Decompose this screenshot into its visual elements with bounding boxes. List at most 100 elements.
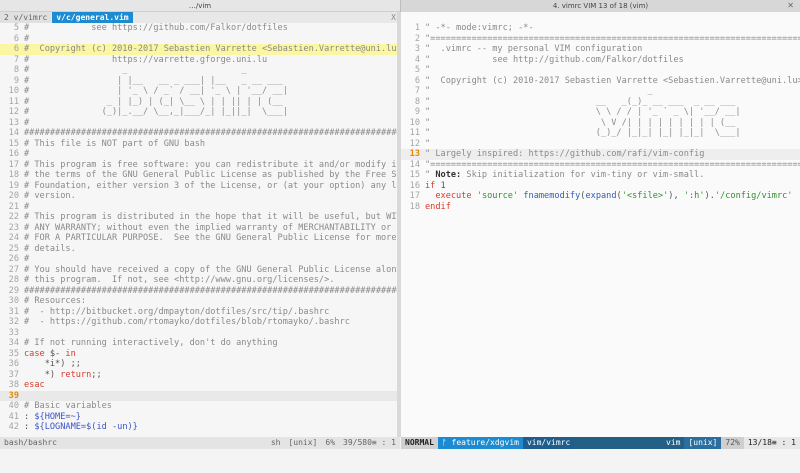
code-line[interactable]: 35 case $- in <box>0 349 397 360</box>
code-line[interactable]: 41: ${HOME=~} <box>0 412 397 423</box>
code-line[interactable]: 11 # _ | |_) | (_| \__ \ | | || | | (__ <box>0 97 397 108</box>
line-text: # _ | |_) | (_| \__ \ | | || | | (__ <box>24 97 397 108</box>
line-text: # Basic variables <box>24 401 397 412</box>
code-line[interactable]: 1 " -*- mode:vimrc; -*- <box>401 23 800 34</box>
line-text: " (_)_/ |_|_| |_| |_|_| \___| <box>425 128 800 139</box>
code-line[interactable]: 25 # details. <box>0 244 397 255</box>
code-line[interactable]: 38 esac <box>0 380 397 391</box>
title-left-pane[interactable]: …/vim <box>0 0 400 12</box>
code-line[interactable]: 40 # Basic variables <box>0 401 397 412</box>
line-text: # This program is distributed in the hop… <box>24 212 397 223</box>
code-line[interactable]: 15 " Note: Skip initialization for vim-ti… <box>401 170 800 181</box>
right-editor-pane[interactable]: 1 " -*- mode:vimrc; -*- 2 "================… <box>401 12 800 437</box>
title-right-pane[interactable]: 4. vimrc VIM 13 of 18 (vim) ✕ <box>400 0 800 12</box>
line-number: 29 <box>8 285 19 296</box>
code-token: " <box>425 65 431 75</box>
code-line[interactable]: 16 # <box>0 149 397 160</box>
code-line[interactable]: 37 *) return;; <box>0 370 397 381</box>
code-line[interactable]: 19 # Foundation, either version 3 of the … <box>0 181 397 192</box>
code-line[interactable]: 12 # (_)|_.__/ \__,_|___/_| |_||_| \___| <box>0 107 397 118</box>
code-token: "=======================================… <box>425 159 800 170</box>
code-line[interactable]: 21 # <box>0 202 397 213</box>
code-line[interactable]: 17 execute 'source' fnamemodify(expand('… <box>401 191 800 202</box>
tab-general-vim[interactable]: v/c/general.vim <box>52 12 133 23</box>
line-number: 41 <box>8 411 19 422</box>
line-text: # Resources: <box>24 296 397 307</box>
line-number: 38 <box>8 380 19 390</box>
code-line[interactable]: 7 " _ <box>401 86 800 97</box>
line-text: *) return;; <box>24 370 397 381</box>
code-line[interactable]: 18 endif <box>401 202 800 213</box>
code-line[interactable]: 13 " Largely inspired: https://github.com… <box>401 149 800 160</box>
line-text: # _ _ <box>24 65 397 76</box>
line-text: # - https://github.com/rtomayko/dotfiles… <box>24 317 397 328</box>
code-line[interactable]: 13 # <box>0 118 397 129</box>
code-line[interactable]: 27 # You should have received a copy of t… <box>0 265 397 276</box>
line-number: 5 <box>13 23 19 33</box>
code-token: in <box>65 348 76 359</box>
code-line[interactable]: 12 " <box>401 139 800 150</box>
code-line[interactable]: 15 # This file is NOT part of GNU bash <box>0 139 397 150</box>
status-fileformat: [unix] <box>288 438 318 447</box>
code-line[interactable]: 31 # - http://bitbucket.org/dmpayton/dotf… <box>0 307 397 318</box>
left-editor-pane[interactable]: 5 # see https://github.com/Falkor/dotfile… <box>0 23 397 437</box>
code-line[interactable]: 7 # https://varrette.gforge.uni.lu <box>0 55 397 66</box>
code-line[interactable]: 6 " Copyright (c) 2010-2017 Sebastien Var… <box>401 76 800 87</box>
code-line[interactable]: 22 # This program is distributed in the h… <box>0 212 397 223</box>
code-line[interactable]: 5 " <box>401 65 800 76</box>
code-line[interactable]: 6 # <box>0 34 397 45</box>
code-line[interactable]: 36 *i*) ;; <box>0 359 397 370</box>
code-line[interactable]: 8 " __ _(_)_ __ ___ _ __ ___ <box>401 97 800 108</box>
code-line[interactable]: 18 # the terms of the GNU General Public … <box>0 170 397 181</box>
line-number: 5 <box>414 65 420 75</box>
code-line[interactable]: 39 <box>0 390 397 401</box>
line-number: 42 <box>8 422 19 432</box>
code-line[interactable]: 14 "=====================================… <box>401 160 800 171</box>
line-number: 36 <box>8 359 19 369</box>
right-statusline: NORMAL ᚠ feature/xdgvim vim/vimrc vim [u… <box>401 437 800 449</box>
code-line[interactable]: 28 # this program. If not, see <http://ww… <box>0 275 397 286</box>
code-line[interactable]: 20 # version. <box>0 191 397 202</box>
code-line[interactable]: 16 if 1 <box>401 181 800 192</box>
line-number: 35 <box>8 348 19 359</box>
line-number: 30 <box>8 296 19 306</box>
code-line[interactable]: 2 "======================================… <box>401 34 800 45</box>
code-token: # FOR A PARTICULAR PURPOSE. See the GNU … <box>24 233 397 243</box>
code-line[interactable]: 34 # If not running interactively, don't … <box>0 338 397 349</box>
close-icon[interactable]: ✕ <box>787 1 794 10</box>
line-text: if 1 <box>425 181 800 192</box>
code-line[interactable]: 8 # _ _ <box>0 65 397 76</box>
code-line[interactable]: 4 " see http://github.com/Falkor/dotfiles <box>401 55 800 66</box>
code-line[interactable]: 32 # - https://github.com/rtomayko/dotfil… <box>0 317 397 328</box>
code-line[interactable]: 9 " \ \ / / | '_ ` _ \| '__/ __| <box>401 107 800 118</box>
code-line[interactable]: 29 ######################################… <box>0 286 397 297</box>
tabline-close-button[interactable]: X <box>391 12 396 23</box>
command-line[interactable] <box>0 449 800 473</box>
line-text: # https://varrette.gforge.uni.lu <box>24 55 397 66</box>
line-number: 37 <box>8 369 19 380</box>
code-line[interactable]: 24 # FOR A PARTICULAR PURPOSE. See the GN… <box>0 233 397 244</box>
code-token: # _ | |_) | (_| \__ \ | | || | | (__ <box>24 96 283 107</box>
code-line[interactable]: 10 " \ V /| | | | | | | | | (__ <box>401 118 800 129</box>
line-number: 33 <box>8 327 19 338</box>
code-line[interactable]: 17 # This program is free software: you c… <box>0 160 397 171</box>
code-line[interactable]: 11 " (_)_/ |_|_| |_| |_|_| \___| <box>401 128 800 139</box>
line-number: 40 <box>8 401 19 411</box>
code-line[interactable]: 26 # <box>0 254 397 265</box>
code-line[interactable]: 6 # Copyright (c) 2010-2017 Sebastien Var… <box>0 44 397 55</box>
code-line[interactable]: 9 # | |__ __ _ ___| |__ _ __ ___ <box>0 76 397 87</box>
code-line[interactable]: 23 # ANY WARRANTY; without even the impli… <box>0 223 397 234</box>
line-text: " __ _(_)_ __ ___ _ __ ___ <box>425 97 800 108</box>
code-line[interactable]: 33 <box>0 328 397 339</box>
line-text: # This program is free software: you can… <box>24 160 397 171</box>
code-line[interactable]: 5 # see https://github.com/Falkor/dotfile… <box>0 23 397 34</box>
code-line[interactable]: 42: ${LOGNAME=$(id -un)} <box>0 422 397 433</box>
code-token: : <box>24 422 35 432</box>
tab-vimrc[interactable]: 2 v/vimrc <box>0 12 52 23</box>
code-token: ########################################… <box>24 285 397 296</box>
code-line[interactable]: 30 # Resources: <box>0 296 397 307</box>
code-line[interactable]: 10 # | '_ \ / _` / __| '_ \ | '__/ __| <box>0 86 397 97</box>
code-line[interactable]: 3 " .vimrc -- my personal VIM configurati… <box>401 44 800 55</box>
code-token: " -*- mode:vimrc; -*- <box>425 23 534 33</box>
code-line[interactable]: 14 ######################################… <box>0 128 397 139</box>
